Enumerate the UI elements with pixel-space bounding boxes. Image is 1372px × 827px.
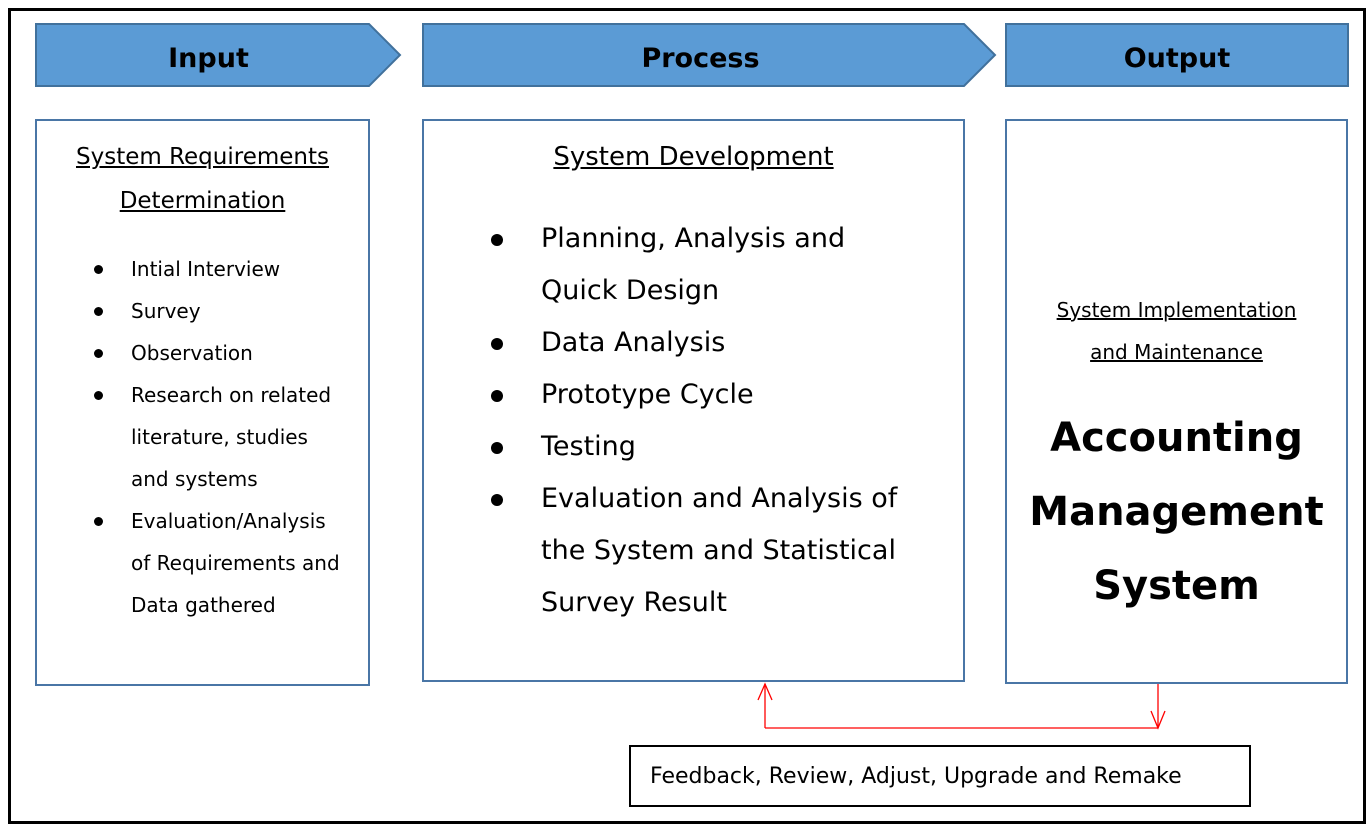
list-item-line: Prototype Cycle	[541, 379, 754, 410]
list-item-line: Evaluation and Analysis of	[541, 483, 898, 514]
input-title-line-2: Determination	[119, 188, 286, 214]
feedback-box: Feedback, Review, Adjust, Upgrade and Re…	[629, 745, 1251, 807]
bullet-icon	[94, 307, 103, 316]
process-steps-list: Planning, Analysis and Quick Design Data A…	[491, 213, 897, 629]
list-item: Observation	[94, 332, 340, 374]
output-box: System Implementation and Maintenance Ac…	[1005, 119, 1348, 684]
system-name-line-1: Accounting	[1050, 415, 1303, 461]
input-requirements-list: Intial Interview Survey Observation Researc…	[94, 248, 340, 626]
bullet-icon	[94, 349, 103, 358]
list-item-line: Observation	[131, 341, 253, 365]
bullet-icon	[94, 265, 103, 274]
list-item: Prototype Cycle	[491, 369, 897, 421]
bullet-icon	[491, 494, 503, 506]
process-header: Process	[423, 24, 978, 86]
list-item-line: Testing	[541, 431, 636, 462]
list-item-line: Quick Design	[541, 275, 720, 306]
list-item-line: Survey	[131, 299, 201, 323]
output-header: Output	[1006, 24, 1348, 86]
input-header-label: Input	[168, 42, 249, 74]
output-box-subtitle: System Implementation and Maintenance	[1007, 289, 1346, 373]
feedback-connector	[757, 682, 1166, 730]
list-item: Evaluation and Analysis of the System and…	[491, 473, 897, 629]
list-item: Evaluation/Analysis of Requirements and Da…	[94, 500, 340, 626]
input-header: Input	[36, 24, 381, 86]
input-box-title: System Requirements Determination	[37, 135, 368, 223]
list-item-line: of Requirements and	[131, 551, 340, 575]
list-item-line: and systems	[131, 467, 258, 491]
bullet-icon	[491, 234, 503, 246]
bullet-icon	[491, 442, 503, 454]
output-subtitle-line-1: System Implementation	[1056, 298, 1297, 322]
system-name-line-3: System	[1093, 563, 1260, 609]
list-item: Planning, Analysis and Quick Design	[491, 213, 897, 317]
process-box: System Development Planning, Analysis an…	[422, 119, 965, 682]
output-header-label: Output	[1123, 42, 1231, 74]
list-item-line: Research on related	[131, 383, 332, 407]
bullet-icon	[491, 390, 503, 402]
bullet-icon	[94, 391, 103, 400]
list-item-line: Data gathered	[131, 593, 276, 617]
list-item-line: Intial Interview	[131, 257, 281, 281]
input-box: System Requirements Determination Intial…	[35, 119, 370, 686]
process-header-label: Process	[641, 42, 760, 74]
list-item: Intial Interview	[94, 248, 340, 290]
list-item: Data Analysis	[491, 317, 897, 369]
feedback-label: Feedback, Review, Adjust, Upgrade and Re…	[650, 763, 1182, 789]
list-item: Research on related literature, studies an…	[94, 374, 340, 500]
list-item-line: Planning, Analysis and	[541, 223, 846, 254]
list-item-line: Evaluation/Analysis	[131, 509, 326, 533]
list-item-line: Data Analysis	[541, 327, 726, 358]
list-item-line: literature, studies	[131, 425, 308, 449]
list-item: Testing	[491, 421, 897, 473]
system-name-line-2: Management	[1029, 489, 1324, 535]
bullet-icon	[94, 517, 103, 526]
input-title-line-1: System Requirements	[76, 144, 329, 170]
list-item: Survey	[94, 290, 340, 332]
list-item-line: the System and Statistical	[541, 535, 896, 566]
process-box-title: System Development	[553, 142, 834, 172]
output-system-name: Accounting Management System	[1007, 401, 1346, 623]
output-subtitle-line-2: and Maintenance	[1090, 340, 1263, 364]
bullet-icon	[491, 338, 503, 350]
list-item-line: Survey Result	[541, 587, 727, 618]
